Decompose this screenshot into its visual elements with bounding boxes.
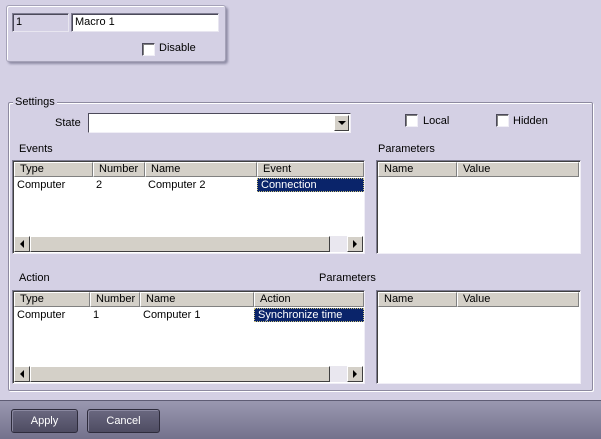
- action-col-name[interactable]: Name: [140, 292, 254, 307]
- action-list[interactable]: Type Number Name Action Computer 1 Compu…: [12, 290, 365, 384]
- action-hscrollbar[interactable]: [14, 366, 363, 382]
- event-param-col-value[interactable]: Value: [457, 162, 579, 177]
- arrow-right-icon: [353, 370, 357, 378]
- event-number-cell: 2: [96, 179, 103, 191]
- footer-bar: Apply Cancel: [0, 400, 601, 439]
- table-row[interactable]: Computer 2 Computer 2 Connection: [14, 178, 364, 192]
- cancel-button[interactable]: Cancel: [87, 409, 160, 433]
- action-param-col-value[interactable]: Value: [457, 292, 579, 307]
- events-col-name[interactable]: Name: [145, 162, 257, 177]
- apply-button[interactable]: Apply: [11, 409, 78, 433]
- action-col-action[interactable]: Action: [254, 292, 364, 307]
- scroll-right-button[interactable]: [347, 366, 363, 382]
- action-title: Action: [19, 272, 50, 284]
- arrow-left-icon: [20, 240, 24, 248]
- event-parameters-title: Parameters: [378, 143, 435, 155]
- state-label: State: [55, 117, 81, 129]
- local-checkbox[interactable]: [405, 114, 418, 127]
- scroll-thumb[interactable]: [30, 236, 330, 252]
- chevron-down-icon: [337, 121, 346, 125]
- event-name-cell: Computer 2: [148, 179, 206, 191]
- action-parameters-title: Parameters: [319, 272, 376, 284]
- events-list-header: Type Number Name Event: [14, 162, 364, 177]
- events-hscrollbar[interactable]: [14, 236, 363, 252]
- action-number-cell: 1: [93, 309, 100, 321]
- hidden-label: Hidden: [513, 115, 548, 127]
- scroll-track[interactable]: [330, 236, 347, 252]
- action-action-cell: Synchronize time: [254, 308, 364, 322]
- scroll-right-button[interactable]: [347, 236, 363, 252]
- hidden-checkbox[interactable]: [496, 114, 509, 127]
- action-parameters-list[interactable]: Name Value: [376, 290, 581, 384]
- arrow-right-icon: [353, 240, 357, 248]
- arrow-left-icon: [20, 370, 24, 378]
- macro-header-panel: 1 Macro 1 Disable: [6, 5, 226, 62]
- scroll-left-button[interactable]: [14, 366, 30, 382]
- action-param-col-name[interactable]: Name: [378, 292, 457, 307]
- disable-label: Disable: [159, 42, 196, 54]
- macro-name-field[interactable]: Macro 1: [71, 13, 219, 32]
- action-list-header: Type Number Name Action: [14, 292, 364, 307]
- state-dropdown[interactable]: [88, 113, 351, 133]
- local-label: Local: [423, 115, 450, 127]
- events-col-type[interactable]: Type: [14, 162, 93, 177]
- event-type-cell: Computer: [17, 179, 66, 191]
- action-name-cell: Computer 1: [143, 309, 201, 321]
- action-col-type[interactable]: Type: [14, 292, 90, 307]
- table-row[interactable]: Computer 1 Computer 1 Synchronize time: [14, 308, 364, 322]
- action-parameters-header: Name Value: [378, 292, 579, 307]
- events-col-number[interactable]: Number: [93, 162, 145, 177]
- state-value: [89, 115, 92, 127]
- state-dropdown-button[interactable]: [334, 115, 349, 131]
- events-title: Events: [19, 143, 53, 155]
- scroll-track[interactable]: [330, 366, 347, 382]
- event-event-cell: Connection: [257, 178, 364, 192]
- event-parameters-list[interactable]: Name Value: [376, 160, 581, 254]
- action-type-cell: Computer: [17, 309, 66, 321]
- events-list[interactable]: Type Number Name Event Computer 2 Comput…: [12, 160, 365, 254]
- scroll-left-button[interactable]: [14, 236, 30, 252]
- scroll-thumb[interactable]: [30, 366, 330, 382]
- action-col-number[interactable]: Number: [90, 292, 140, 307]
- settings-title: Settings: [13, 96, 57, 108]
- event-parameters-header: Name Value: [378, 162, 579, 177]
- macro-id-field[interactable]: 1: [12, 13, 69, 32]
- disable-checkbox[interactable]: [142, 43, 155, 56]
- event-param-col-name[interactable]: Name: [378, 162, 457, 177]
- events-col-event[interactable]: Event: [257, 162, 364, 177]
